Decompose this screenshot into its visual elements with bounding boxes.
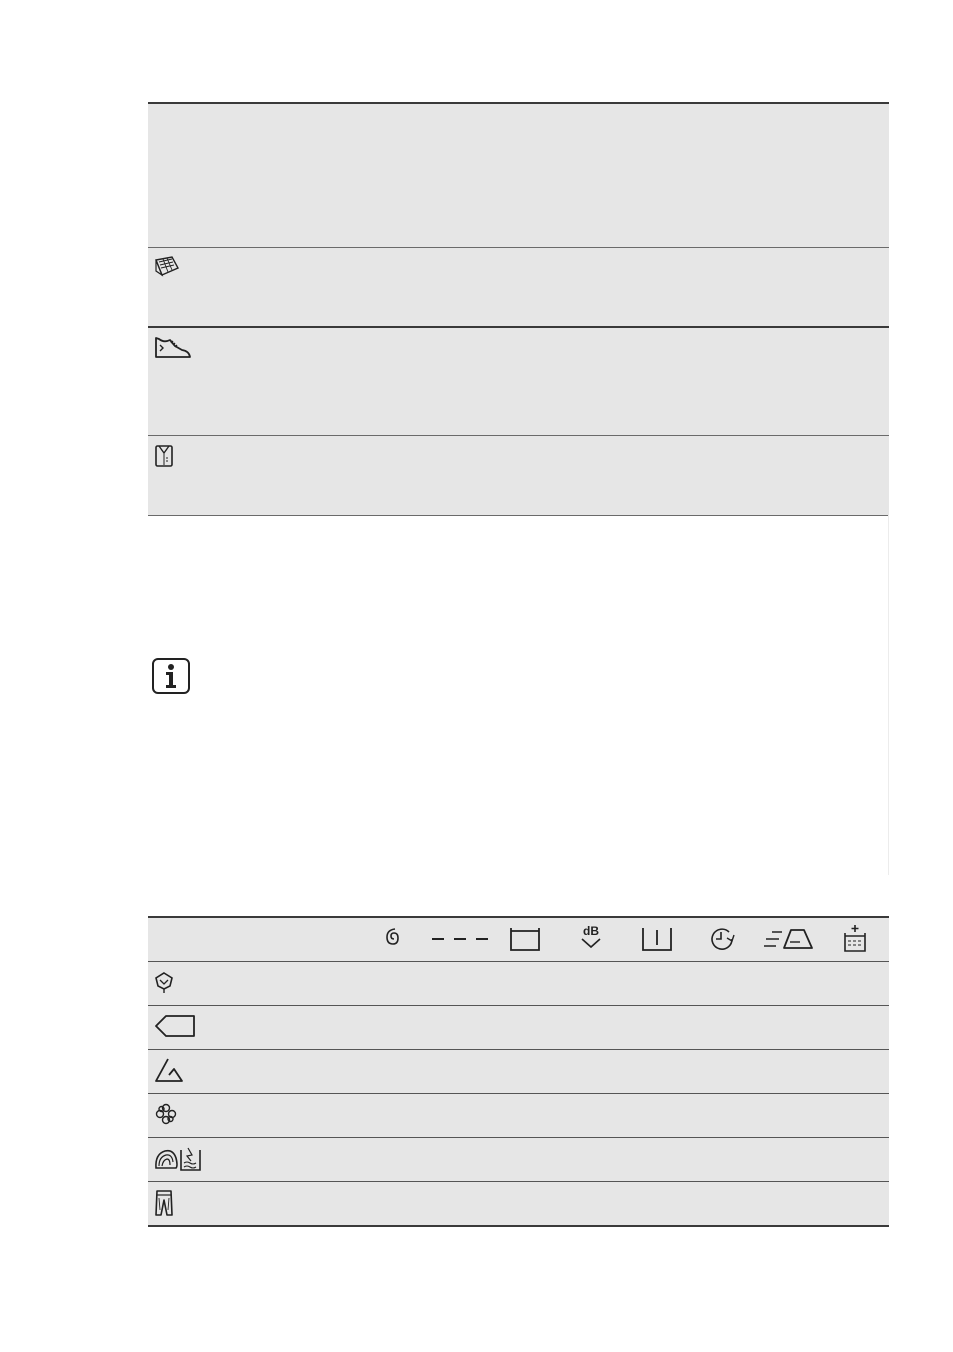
shirt-icon (155, 445, 173, 467)
night-cycle-icon: dB (579, 924, 603, 952)
option-row-synthetics (148, 1005, 889, 1049)
delicates-icon (155, 1058, 183, 1082)
spin-icon (383, 927, 405, 951)
sportswear-icon (154, 336, 192, 360)
page-margin-line (888, 515, 889, 875)
eco-cotton-icon (154, 972, 174, 994)
programme-row-curtains (148, 247, 889, 327)
wool-silk-icon (154, 1146, 202, 1172)
denim-icon (155, 1190, 173, 1216)
info-icon (152, 658, 190, 694)
easy-iron-icon (764, 928, 814, 950)
option-row-delicates (148, 1049, 889, 1093)
programme-row-sportswear (148, 326, 889, 437)
extra-rinse-icon (844, 924, 866, 952)
refresh-icon (155, 1103, 177, 1125)
option-row-denim (148, 1181, 889, 1227)
time-save-icon (709, 926, 735, 952)
synthetics-icon (155, 1015, 195, 1037)
options-header-row: dB (148, 916, 889, 961)
options-table: dB (148, 916, 889, 1227)
rinse-hold-icon (510, 927, 540, 951)
programme-row-1 (148, 102, 889, 249)
svg-text:dB: dB (583, 924, 599, 938)
no-spin-icon (432, 935, 488, 943)
programme-row-shirts (148, 435, 889, 516)
option-row-wool-silk (148, 1137, 889, 1181)
option-row-refresh (148, 1093, 889, 1137)
option-row-eco-cotton (148, 961, 889, 1005)
prewash-icon (642, 927, 672, 951)
curtains-icon (154, 256, 180, 278)
